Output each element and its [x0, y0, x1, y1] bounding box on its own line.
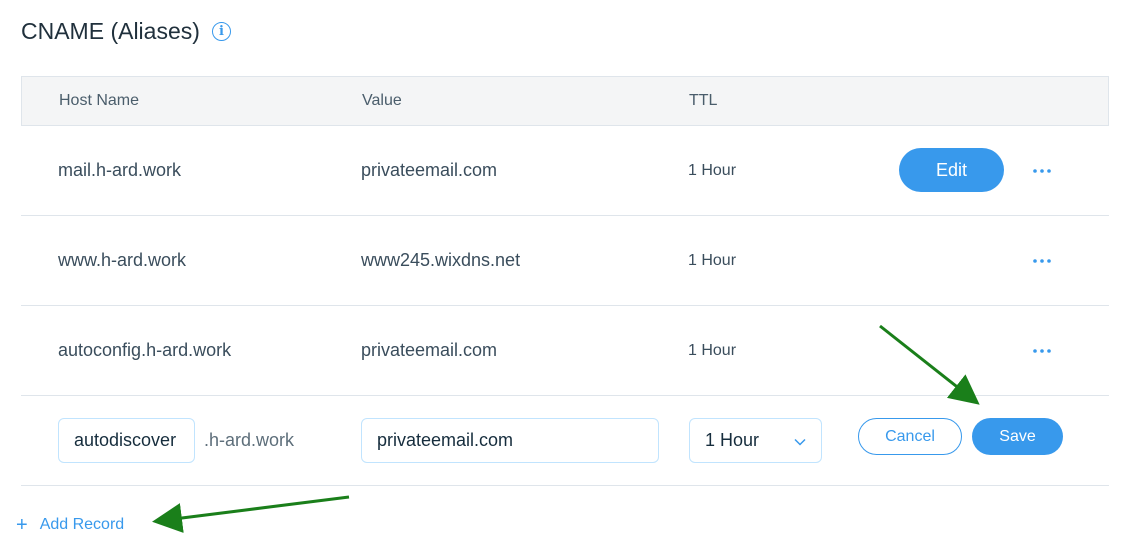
- table-row: mail.h-ard.work privateemail.com 1 Hour …: [21, 126, 1109, 216]
- row-host-name: mail.h-ard.work: [58, 160, 182, 180]
- row-value: privateemail.com: [361, 340, 498, 360]
- row-value: privateemail.com: [361, 160, 498, 180]
- table-row: www.h-ard.work www245.wixdns.net 1 Hour: [21, 216, 1109, 306]
- row-value: www245.wixdns.net: [361, 250, 521, 270]
- more-dots-icon[interactable]: [1029, 216, 1055, 305]
- header-ttl: TTL: [689, 92, 718, 109]
- section-title: CNAME (Aliases) i: [21, 18, 231, 45]
- row-ttl: 1 Hour: [688, 341, 737, 359]
- row-ttl: 1 Hour: [688, 161, 737, 179]
- ttl-select[interactable]: 1 Hour: [689, 418, 822, 463]
- table-header: Host Name Value TTL: [21, 76, 1109, 126]
- save-button[interactable]: Save: [972, 418, 1063, 455]
- ttl-selected-value: 1 Hour: [705, 430, 760, 450]
- host-suffix: .h-ard.work: [204, 430, 295, 450]
- row-host-name: autoconfig.h-ard.work: [58, 340, 232, 360]
- row-host-name: www.h-ard.work: [58, 250, 187, 270]
- more-dots-icon[interactable]: [1029, 126, 1055, 215]
- row-ttl: 1 Hour: [688, 251, 737, 269]
- cname-table: Host Name Value TTL mail.h-ard.work priv…: [21, 76, 1109, 486]
- plus-icon: +: [16, 514, 28, 536]
- info-icon[interactable]: i: [211, 22, 231, 41]
- add-record-link[interactable]: + Add Record: [16, 515, 124, 535]
- add-record-label: Add Record: [39, 516, 125, 533]
- edit-button[interactable]: Edit: [899, 148, 1004, 192]
- chevron-down-icon: [794, 430, 806, 451]
- new-record-row: .h-ard.work 1 Hour Cancel Save: [21, 396, 1109, 486]
- host-name-input[interactable]: [58, 418, 195, 463]
- more-dots-icon[interactable]: [1029, 306, 1055, 395]
- table-row: autoconfig.h-ard.work privateemail.com 1…: [21, 306, 1109, 396]
- header-value: Value: [362, 92, 402, 109]
- header-host-name: Host Name: [59, 92, 140, 109]
- cancel-button[interactable]: Cancel: [858, 418, 962, 455]
- page-title: CNAME (Aliases): [21, 18, 200, 44]
- arrow-to-add-record-icon: [152, 495, 350, 533]
- value-input[interactable]: [361, 418, 659, 463]
